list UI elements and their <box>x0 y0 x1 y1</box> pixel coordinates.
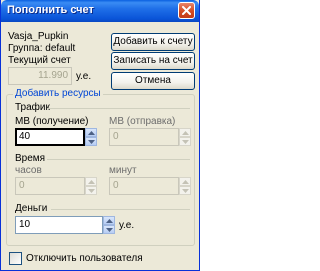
spin-up-button[interactable] <box>103 216 115 225</box>
spin-down-button[interactable] <box>179 186 191 195</box>
arrow-up-icon <box>88 180 95 184</box>
add-resources-title: Добавить ресурсы <box>13 88 103 99</box>
spin-down-button[interactable] <box>103 225 115 234</box>
money-currency: у.е. <box>119 220 135 231</box>
title-bar[interactable]: Пополнить счет <box>1 0 199 22</box>
traffic-divider <box>47 108 190 109</box>
window-title: Пополнить счет <box>7 4 94 16</box>
hours-spinner[interactable] <box>85 177 97 195</box>
disable-user-label[interactable]: Отключить пользователя <box>26 253 143 264</box>
add-resources-group: Добавить ресурсы Трафик MB (получение) M… <box>6 88 195 246</box>
arrow-up-icon <box>182 131 189 135</box>
mb-received-label: MB (получение) <box>15 116 89 127</box>
cancel-button[interactable]: Отмена <box>111 72 195 90</box>
spin-down-button[interactable] <box>85 137 97 146</box>
arrow-down-icon <box>182 140 189 144</box>
time-divider <box>47 159 190 160</box>
mb-sent-input[interactable]: 0 <box>109 128 179 146</box>
minutes-label: минут <box>109 165 137 176</box>
close-button[interactable] <box>178 2 195 19</box>
money-title: Деньги <box>15 203 48 214</box>
add-to-account-button[interactable]: Добавить к счету <box>111 33 195 51</box>
traffic-title: Трафик <box>15 102 50 113</box>
spin-down-button[interactable] <box>85 186 97 195</box>
spin-up-button[interactable] <box>179 177 191 186</box>
arrow-down-icon <box>106 228 113 232</box>
spin-up-button[interactable] <box>85 177 97 186</box>
mb-sent-spinner[interactable] <box>179 128 191 146</box>
balance-currency: у.е. <box>76 71 92 82</box>
hours-input[interactable]: 0 <box>15 177 85 195</box>
arrow-up-icon <box>182 180 189 184</box>
spin-up-button[interactable] <box>179 128 191 137</box>
mb-received-spinner[interactable] <box>85 128 97 146</box>
money-input[interactable]: 10 <box>15 216 103 234</box>
write-to-account-button[interactable]: Записать на счет <box>111 52 195 70</box>
dialog-body: Vasja_Pupkin Группа: default Текущий сче… <box>1 22 199 270</box>
money-divider <box>51 209 190 210</box>
disable-user-checkbox[interactable] <box>9 252 22 265</box>
balance-label: Текущий счет <box>8 55 71 66</box>
spin-up-button[interactable] <box>85 128 97 137</box>
arrow-down-icon <box>88 189 95 193</box>
balance-field: 11.990 <box>8 67 72 85</box>
spin-down-button[interactable] <box>179 137 191 146</box>
hours-label: часов <box>15 165 42 176</box>
minutes-input[interactable]: 0 <box>109 177 179 195</box>
dialog-window: Пополнить счет Vasja_Pupkin Группа: defa… <box>0 0 200 271</box>
time-title: Время <box>15 153 46 164</box>
arrow-down-icon <box>88 140 95 144</box>
mb-sent-label: MB (отправка) <box>109 116 176 127</box>
arrow-up-icon <box>106 219 113 223</box>
money-spinner[interactable] <box>103 216 115 234</box>
arrow-down-icon <box>182 189 189 193</box>
close-icon <box>182 6 191 15</box>
user-group: Группа: default <box>8 43 76 54</box>
mb-received-input[interactable]: 40 <box>15 128 85 146</box>
minutes-spinner[interactable] <box>179 177 191 195</box>
user-name: Vasja_Pupkin <box>8 31 69 42</box>
arrow-up-icon <box>88 131 95 135</box>
